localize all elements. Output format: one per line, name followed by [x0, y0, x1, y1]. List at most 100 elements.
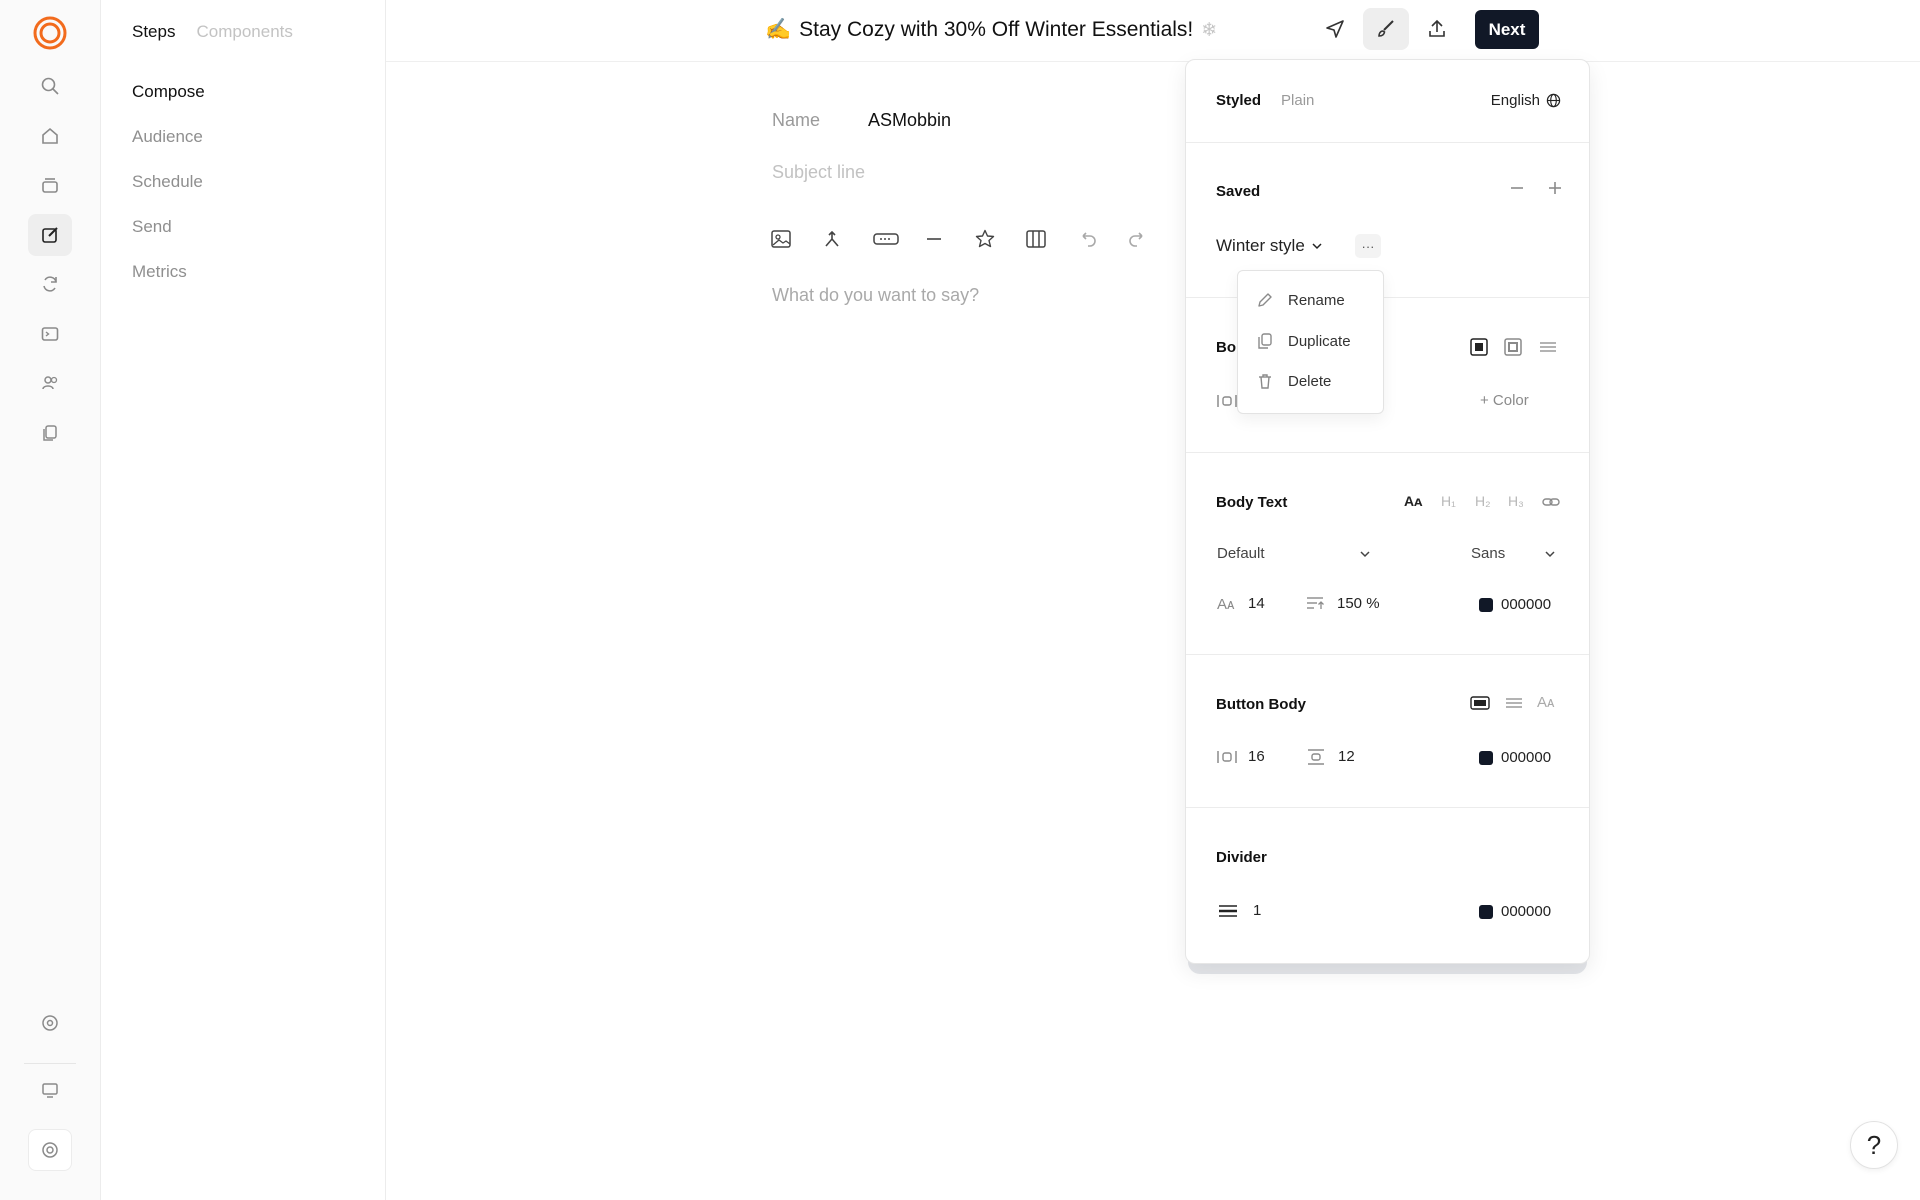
name-label: Name: [772, 110, 821, 130]
style-panel: Styled Plain English Saved Winter style …: [1185, 59, 1590, 964]
button-block-icon[interactable]: [872, 224, 923, 254]
language-label: English: [1490, 92, 1540, 109]
heading-3-icon[interactable]: H₃: [1508, 493, 1524, 509]
step-audience[interactable]: Audience: [132, 125, 205, 170]
image-icon[interactable]: [770, 224, 821, 254]
steps-tabs: Steps Components: [132, 22, 293, 42]
terminal-icon[interactable]: [28, 313, 72, 355]
saved-title: Saved: [1216, 183, 1261, 200]
columns-icon[interactable]: [1025, 224, 1076, 254]
tab-styled[interactable]: Styled: [1216, 92, 1261, 109]
plus-icon[interactable]: [1546, 179, 1564, 197]
button-body-color[interactable]: 000000: [1479, 749, 1551, 766]
monitor-icon[interactable]: [28, 1069, 72, 1111]
step-schedule[interactable]: Schedule: [132, 170, 205, 215]
heading-1-icon[interactable]: H₁: [1441, 493, 1456, 509]
align-lines-icon[interactable]: [1538, 337, 1558, 357]
color-hex[interactable]: 000000: [1501, 903, 1551, 920]
line-height-input[interactable]: 150 %: [1337, 595, 1380, 612]
more-options-button[interactable]: ···: [1355, 234, 1381, 258]
font-size-icon: Aᴀ: [1217, 596, 1235, 613]
language-selector[interactable]: English: [1491, 92, 1561, 109]
account-icon[interactable]: [28, 1129, 72, 1171]
divider-icon[interactable]: [923, 224, 974, 254]
tab-steps[interactable]: Steps: [132, 22, 175, 42]
section-divider: [1186, 452, 1589, 453]
inbox-icon[interactable]: [28, 164, 72, 206]
tab-plain[interactable]: Plain: [1281, 92, 1314, 109]
horizontal-padding-input[interactable]: 16: [1248, 748, 1265, 765]
saved-style-menu: Rename Duplicate Delete: [1237, 270, 1384, 414]
app-logo-icon[interactable]: [33, 16, 67, 50]
tab-components[interactable]: Components: [196, 22, 292, 42]
add-color-button[interactable]: + Color: [1480, 392, 1529, 409]
settings-icon[interactable]: [28, 1002, 72, 1044]
next-button[interactable]: Next: [1475, 10, 1539, 49]
link-icon[interactable]: [1541, 492, 1561, 512]
step-send[interactable]: Send: [132, 215, 205, 260]
vertical-padding-input[interactable]: 12: [1338, 748, 1355, 765]
export-icon[interactable]: [1414, 8, 1460, 50]
send-test-icon[interactable]: [1312, 8, 1358, 50]
name-field[interactable]: ASMobbin: [868, 110, 951, 131]
divider-color[interactable]: 000000: [1479, 903, 1551, 920]
rail-divider: [24, 1063, 76, 1064]
chevron-down-icon[interactable]: [1358, 547, 1372, 561]
pencil-icon: [1256, 291, 1274, 309]
snowflake-icon: ❄: [1201, 19, 1218, 41]
body-editor[interactable]: What do you want to say?: [772, 285, 979, 306]
saved-style-select[interactable]: Winter style: [1216, 236, 1323, 256]
button-fill-icon[interactable]: [1469, 693, 1491, 713]
steps-list: Compose Audience Schedule Send Metrics: [132, 80, 205, 305]
steps-panel: Steps Components Compose Audience Schedu…: [101, 0, 386, 1200]
color-swatch[interactable]: [1479, 904, 1493, 919]
panel-tabs: Styled Plain: [1216, 92, 1314, 109]
undo-icon[interactable]: [1076, 224, 1127, 254]
menu-item-rename[interactable]: Rename: [1256, 291, 1345, 309]
text-style-select[interactable]: Default: [1217, 545, 1265, 562]
divider-thickness-input[interactable]: 1: [1253, 902, 1261, 919]
button-body-title: Button Body: [1216, 696, 1306, 713]
vertical-padding-icon: [1306, 748, 1326, 766]
font-family-select[interactable]: Sans: [1471, 545, 1505, 562]
redo-icon[interactable]: [1127, 224, 1178, 254]
text-size-icon[interactable]: Aᴀ: [1404, 493, 1422, 509]
body-section-title: Bo: [1216, 339, 1236, 356]
copy-icon[interactable]: [28, 412, 72, 454]
compose-icon[interactable]: [28, 214, 72, 256]
body-text-color[interactable]: 000000: [1479, 596, 1551, 613]
home-icon[interactable]: [28, 115, 72, 157]
padding-icon[interactable]: [1216, 393, 1238, 409]
merge-icon[interactable]: [821, 224, 872, 254]
icon-rail: [0, 0, 101, 1200]
align-lines-icon[interactable]: [1504, 693, 1524, 713]
heading-2-icon[interactable]: H₂: [1475, 493, 1491, 509]
color-hex[interactable]: 000000: [1501, 749, 1551, 766]
star-icon[interactable]: [974, 224, 1025, 254]
border-style-icon[interactable]: [1503, 337, 1523, 357]
help-button[interactable]: ?: [1850, 1121, 1898, 1169]
saved-style-label: Winter style: [1216, 236, 1305, 255]
color-swatch[interactable]: [1479, 750, 1493, 765]
horizontal-padding-icon: [1216, 749, 1238, 765]
color-hex[interactable]: 000000: [1501, 596, 1551, 613]
step-metrics[interactable]: Metrics: [132, 260, 205, 305]
menu-item-delete[interactable]: Delete: [1256, 372, 1331, 390]
color-swatch[interactable]: [1479, 597, 1493, 612]
campaign-title[interactable]: ✍️ Stay Cozy with 30% Off Winter Essenti…: [765, 18, 1217, 42]
section-divider: [1186, 807, 1589, 808]
style-brush-icon[interactable]: [1363, 8, 1409, 50]
menu-item-label: Rename: [1288, 291, 1345, 309]
subject-line-input[interactable]: Subject line: [772, 162, 865, 183]
chevron-down-icon[interactable]: [1543, 547, 1557, 561]
font-size-input[interactable]: 14: [1248, 595, 1265, 612]
search-icon[interactable]: [28, 65, 72, 107]
fill-style-icon[interactable]: [1469, 337, 1489, 357]
minus-icon[interactable]: [1508, 179, 1526, 197]
users-icon[interactable]: [28, 362, 72, 404]
menu-item-duplicate[interactable]: Duplicate: [1256, 332, 1351, 350]
refresh-icon[interactable]: [28, 263, 72, 305]
menu-item-label: Delete: [1288, 372, 1332, 390]
step-compose[interactable]: Compose: [132, 80, 205, 125]
button-text-size-icon[interactable]: Aᴀ: [1537, 694, 1554, 711]
